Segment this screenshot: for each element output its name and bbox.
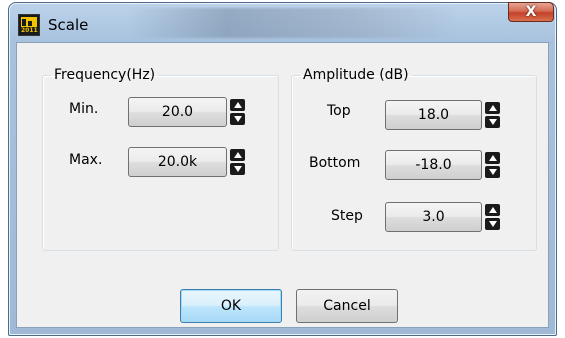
min-value-field[interactable]: 20.0 <box>128 97 227 127</box>
bottom-value-field[interactable]: -18.0 <box>385 150 482 180</box>
top-up-button[interactable] <box>485 102 500 114</box>
step-label: Step <box>331 208 363 224</box>
close-icon: X <box>525 4 537 20</box>
up-arrow-icon <box>488 207 497 213</box>
top-value-field[interactable]: 18.0 <box>385 100 482 130</box>
top-down-button[interactable] <box>485 116 500 128</box>
step-spinner: 3.0 <box>385 202 500 232</box>
top-spin-arrows <box>485 102 500 128</box>
window-title: Scale <box>48 16 89 34</box>
max-up-button[interactable] <box>230 149 245 161</box>
up-arrow-icon <box>488 105 497 111</box>
max-spin-arrows <box>230 149 245 175</box>
titlebar[interactable]: 2011 Scale <box>18 10 547 40</box>
frequency-legend: Frequency(Hz) <box>54 67 156 83</box>
down-arrow-icon <box>233 166 242 172</box>
min-label: Min. <box>69 101 99 117</box>
bottom-down-button[interactable] <box>485 166 500 178</box>
step-spin-arrows <box>485 204 500 230</box>
up-arrow-icon <box>233 102 242 108</box>
min-spinner: 20.0 <box>128 97 245 127</box>
dialog-window: 2011 Scale X Frequency(Hz) Min. 20.0 Max… <box>8 2 557 336</box>
min-up-button[interactable] <box>230 99 245 111</box>
max-spinner: 20.0k <box>128 147 245 177</box>
down-arrow-icon <box>488 169 497 175</box>
max-label: Max. <box>69 152 103 168</box>
bottom-label: Bottom <box>309 155 361 171</box>
bottom-spinner: -18.0 <box>385 150 500 180</box>
down-arrow-icon <box>233 116 242 122</box>
bottom-up-button[interactable] <box>485 152 500 164</box>
app-icon: 2011 <box>18 14 40 36</box>
cancel-button[interactable]: Cancel <box>296 289 398 323</box>
top-spinner: 18.0 <box>385 100 500 130</box>
step-up-button[interactable] <box>485 204 500 216</box>
up-arrow-icon <box>233 152 242 158</box>
close-button[interactable]: X <box>508 2 554 22</box>
up-arrow-icon <box>488 155 497 161</box>
down-arrow-icon <box>488 119 497 125</box>
min-spin-arrows <box>230 99 245 125</box>
top-label: Top <box>327 103 351 119</box>
amplitude-legend: Amplitude (dB) <box>303 67 409 83</box>
down-arrow-icon <box>488 221 497 227</box>
step-down-button[interactable] <box>485 218 500 230</box>
max-value-field[interactable]: 20.0k <box>128 147 227 177</box>
ok-button[interactable]: OK <box>180 289 282 323</box>
max-down-button[interactable] <box>230 163 245 175</box>
bottom-spin-arrows <box>485 152 500 178</box>
app-icon-text: 2011 <box>21 27 38 34</box>
step-value-field[interactable]: 3.0 <box>385 202 482 232</box>
min-down-button[interactable] <box>230 113 245 125</box>
dialog-client-area: Frequency(Hz) Min. 20.0 Max. 20.0k Ampli… <box>16 42 549 328</box>
